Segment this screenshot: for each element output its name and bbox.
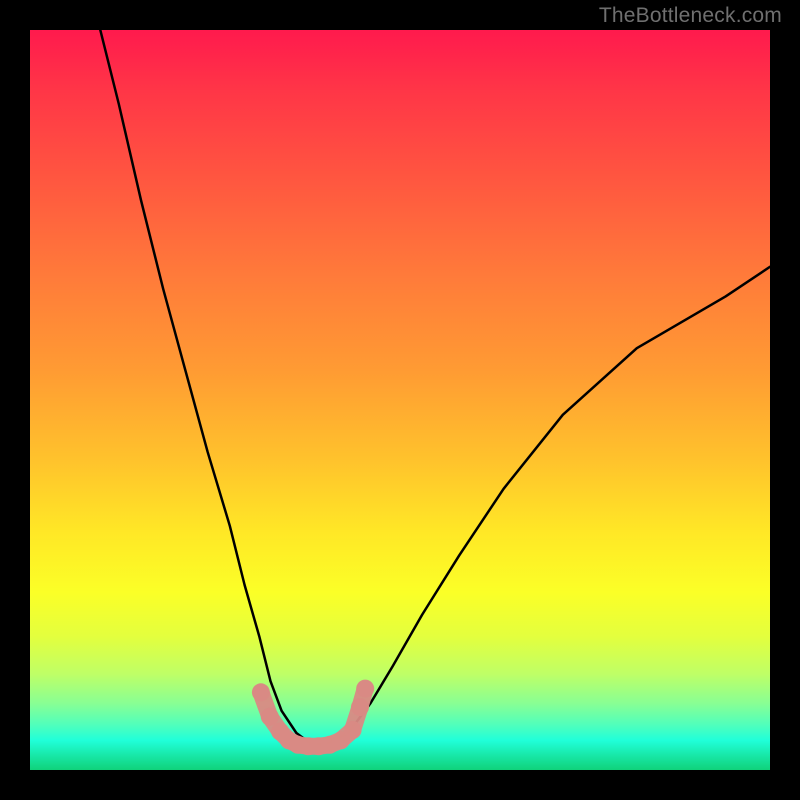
chart-frame: TheBottleneck.com <box>0 0 800 800</box>
watermark-text: TheBottleneck.com <box>599 4 782 28</box>
curve-line <box>100 30 770 744</box>
chart-svg <box>30 30 770 770</box>
plot-area <box>30 30 770 770</box>
marker-points <box>252 680 374 756</box>
